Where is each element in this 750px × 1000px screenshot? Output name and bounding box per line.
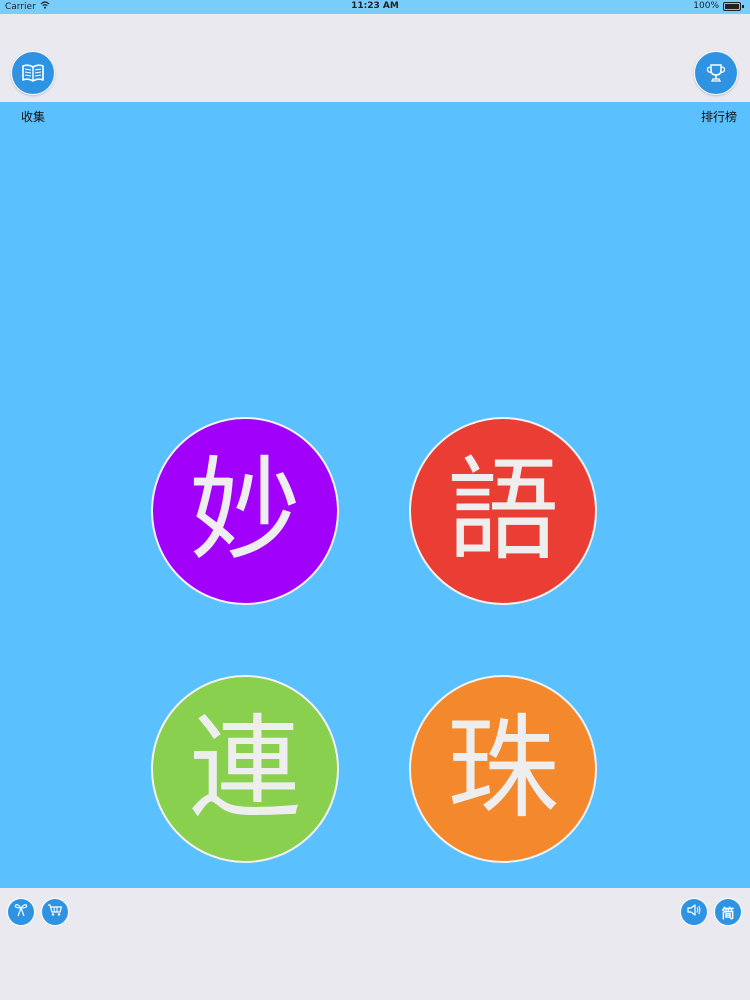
game-menu: 收集 排行榜 妙 語 連 珠: [0, 102, 750, 888]
tile-yu[interactable]: 語: [409, 417, 597, 605]
battery-icon: [723, 1, 741, 11]
collect-label: 收集: [21, 110, 46, 124]
clock: 11:23 AM: [351, 1, 399, 11]
tile-lian[interactable]: 連: [151, 675, 339, 863]
language-toggle-button[interactable]: 简: [714, 898, 742, 926]
sound-button[interactable]: [680, 898, 708, 926]
footer-toolbar: 简: [0, 888, 750, 1000]
battery-percent: 100%: [693, 1, 719, 11]
cart-icon: [47, 903, 63, 921]
book-icon: [21, 63, 45, 83]
status-bar: Carrier 11:23 AM 100%: [0, 0, 750, 14]
gift-button[interactable]: [7, 898, 35, 926]
leaderboard-label: 排行榜: [700, 110, 737, 124]
leaderboard-button[interactable]: [694, 51, 738, 95]
collect-button[interactable]: [11, 51, 55, 95]
speaker-icon: [686, 903, 702, 921]
tile-zhu[interactable]: 珠: [409, 675, 597, 863]
trophy-icon: [705, 62, 727, 84]
shop-button[interactable]: [41, 898, 69, 926]
gift-icon: [13, 903, 29, 921]
tile-miao[interactable]: 妙: [151, 417, 339, 605]
header: [0, 14, 750, 102]
